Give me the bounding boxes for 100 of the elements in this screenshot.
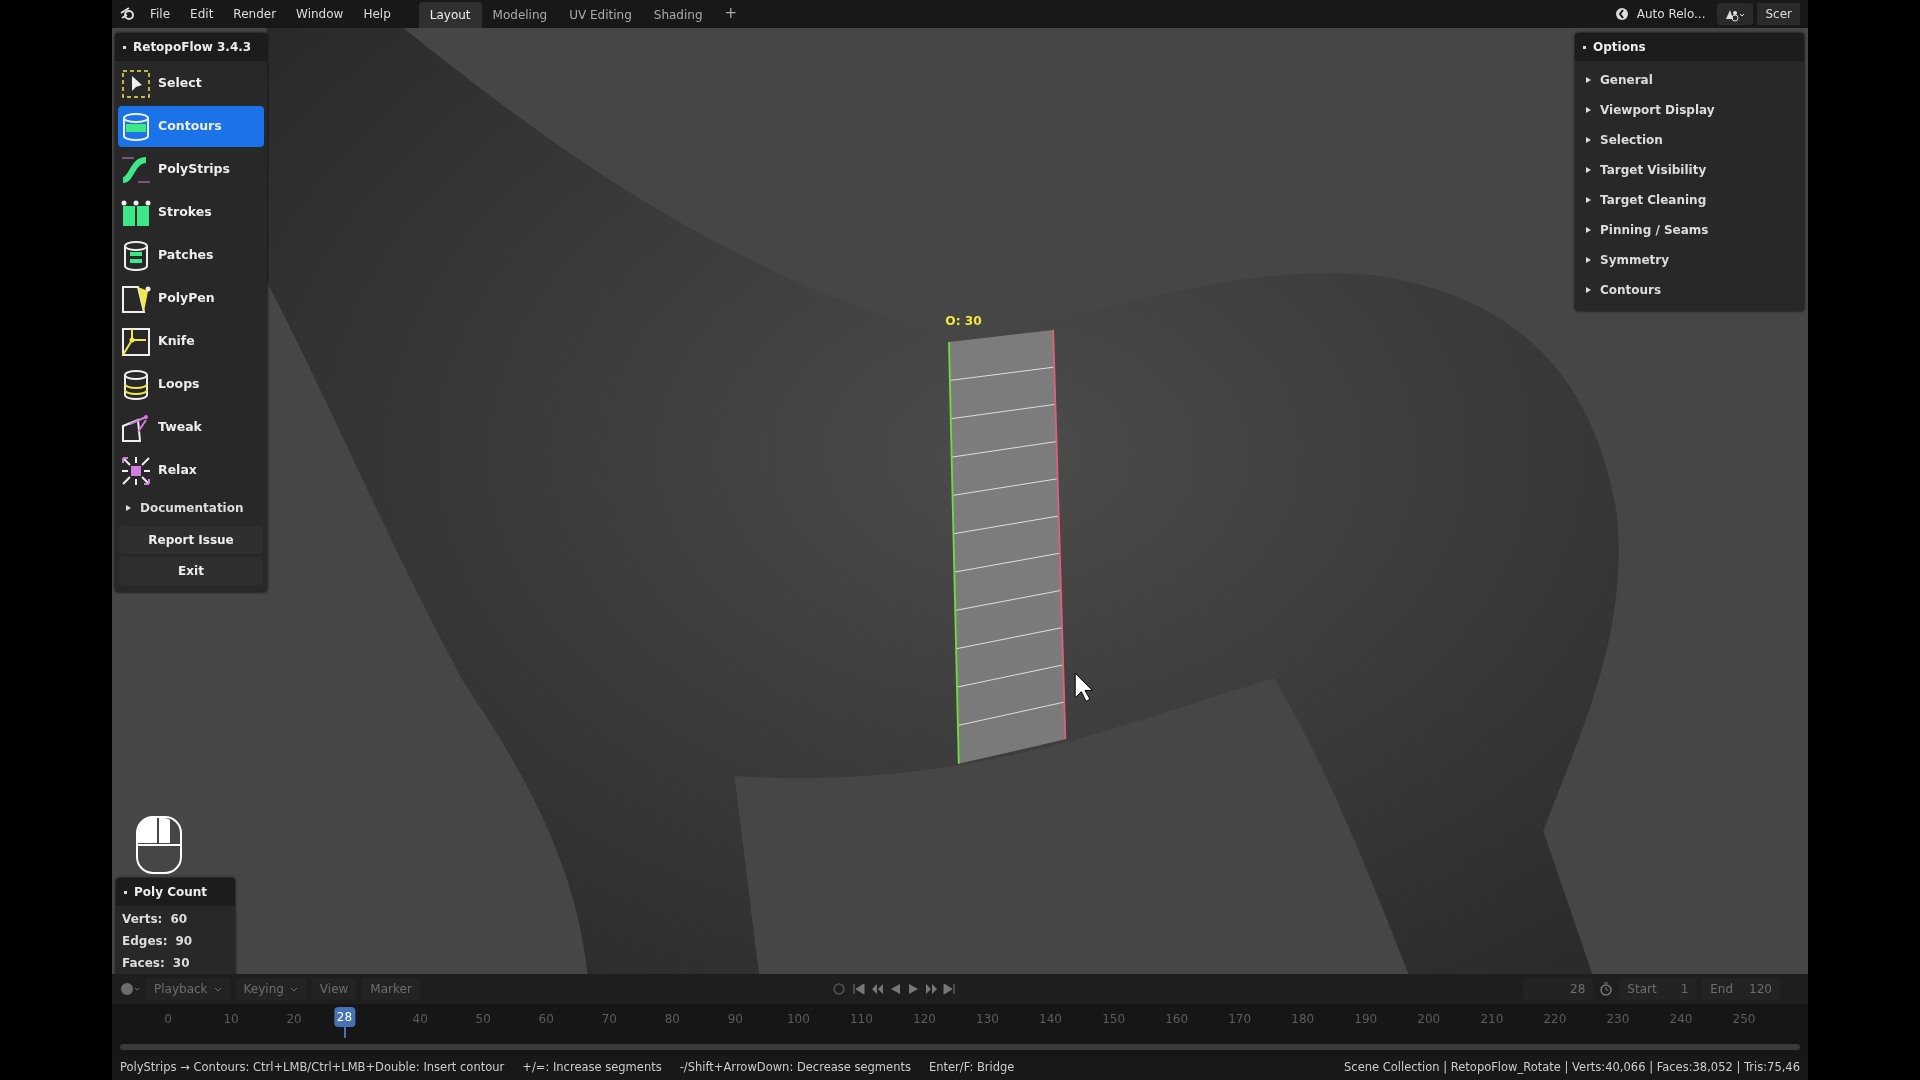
disclosure-triangle-icon [1585, 77, 1591, 83]
disclosure-triangle-icon [1585, 227, 1591, 233]
frame-number: 190 [1354, 1011, 1378, 1028]
frame-number: 250 [1732, 1011, 1756, 1028]
frame-number: 10 [223, 1011, 239, 1028]
workspace-tab[interactable]: UV Editing [558, 2, 643, 28]
shortcut-hint: +/=: Increase segments [522, 1059, 662, 1077]
shortcut-hint: Enter/F: Bridge [928, 1059, 1015, 1077]
tool-button[interactable]: Patches [118, 235, 264, 276]
frame-number: 100 [786, 1011, 810, 1028]
shading-dropdown[interactable] [1717, 3, 1754, 25]
mouse-icon [135, 815, 183, 875]
select-box-icon [120, 67, 152, 100]
stopwatch-icon[interactable] [1599, 982, 1614, 996]
menu-item[interactable]: File [142, 3, 179, 25]
caret-icon [289, 987, 298, 992]
scene-selector[interactable]: Scer [1757, 3, 1800, 25]
timeline-scrollbar[interactable] [120, 1044, 1800, 1050]
tool-button[interactable]: PolyPen [118, 278, 264, 319]
options-section-toggle[interactable]: Contours [1575, 275, 1804, 305]
tool-button[interactable]: Contours [118, 106, 264, 147]
frame-number: 140 [1039, 1011, 1062, 1028]
auto-reload-button[interactable]: Auto Relo... [1606, 3, 1714, 25]
disclosure-triangle-icon [1585, 167, 1591, 173]
tool-button[interactable]: Loops [118, 364, 264, 405]
frame-number: 170 [1228, 1011, 1252, 1028]
frame-number: 240 [1669, 1011, 1693, 1028]
frame-number: 210 [1480, 1011, 1504, 1028]
menu-item[interactable]: Window [288, 3, 352, 25]
panel-toggle-icon[interactable] [123, 45, 126, 49]
panel-button[interactable]: Exit [119, 557, 263, 585]
editor-type-icon[interactable] [120, 982, 140, 996]
clock-icon [1614, 7, 1629, 21]
disclosure-triangle-icon [1585, 197, 1591, 203]
frame-number: 70 [601, 1011, 617, 1028]
stat-value: 90 [175, 933, 193, 950]
next-keyframe-icon[interactable] [923, 982, 938, 996]
options-section-toggle[interactable]: Symmetry [1575, 245, 1804, 275]
tool-button[interactable]: PolyStrips [118, 149, 264, 190]
disclosure-triangle-icon [1585, 287, 1591, 293]
add-workspace-button[interactable]: + [713, 0, 749, 28]
shortcut-hint: -/Shift+ArrowDown: Decrease segments [679, 1059, 911, 1077]
menu-item[interactable]: Render [225, 3, 285, 25]
menu-item[interactable]: Edit [182, 3, 222, 25]
scene-statistics: Scene Collection | RetopoFlow_Rotate | Verts:40,066 | Faces:38,052 | Tris:75,46 [1344, 1059, 1800, 1077]
options-section-toggle[interactable]: Target Cleaning [1575, 185, 1804, 215]
options-section-toggle[interactable]: Target Visibility [1575, 155, 1804, 185]
workspace-tab[interactable]: Layout [418, 2, 482, 28]
frame-number: 230 [1606, 1011, 1630, 1028]
workspace-tab[interactable]: Modeling [481, 2, 559, 28]
keyframe-icon[interactable] [831, 982, 846, 996]
frame-number: 120 [913, 1011, 936, 1028]
frame-number: 40 [412, 1011, 428, 1028]
options-section-toggle[interactable]: Pinning / Seams [1575, 215, 1804, 245]
options-section-toggle[interactable]: General [1575, 65, 1804, 95]
frame-number: 110 [850, 1011, 873, 1028]
frame-number: 150 [1102, 1011, 1126, 1028]
cylinder-icon [120, 110, 152, 143]
tool-button[interactable]: Knife [118, 321, 264, 362]
disclosure-triangle-icon [1585, 137, 1591, 143]
frame-number: 160 [1165, 1011, 1189, 1028]
tool-button[interactable]: Relax [118, 450, 264, 491]
options-section-toggle[interactable]: Viewport Display [1575, 95, 1804, 125]
disclosure-triangle-icon [1585, 257, 1591, 263]
caret-icon [213, 987, 222, 992]
frame-number: 90 [727, 1011, 743, 1028]
panel-button[interactable]: Report Issue [119, 526, 263, 554]
panel-toggle-icon[interactable] [1583, 45, 1586, 49]
disclosure-triangle-icon [1585, 107, 1591, 113]
frame-number: 0 [164, 1011, 172, 1028]
panel-toggle-icon[interactable] [124, 890, 127, 894]
stat-value: 30 [172, 955, 190, 972]
frame-number: 80 [664, 1011, 680, 1028]
stat-label: Verts: [122, 911, 163, 928]
mouse-cursor-icon [1074, 672, 1093, 702]
jump-start-icon[interactable] [851, 982, 866, 996]
stat-label: Faces: [122, 955, 165, 972]
menu-item[interactable]: Help [355, 3, 399, 25]
stat-label: Edges: [122, 933, 168, 950]
frame-number: 60 [538, 1011, 554, 1028]
stat-value: 60 [170, 911, 188, 928]
workspace-tab[interactable]: Shading [642, 2, 714, 28]
documentation-toggle[interactable]: Documentation [115, 493, 267, 523]
frame-number: 180 [1291, 1011, 1315, 1028]
knife-icon [120, 325, 152, 358]
frame-number: 220 [1543, 1011, 1567, 1028]
tool-button[interactable]: Tweak [118, 407, 264, 448]
options-section-toggle[interactable]: Selection [1575, 125, 1804, 155]
frame-number: 50 [475, 1011, 491, 1028]
shortcut-hint: PolyStrips → Contours: Ctrl+LMB/Ctrl+LMB+Double: Insert contour [120, 1059, 505, 1077]
panel-title: Options [1593, 39, 1646, 56]
relax-icon [120, 454, 152, 487]
tool-button[interactable]: Strokes [118, 192, 264, 233]
panel-title: Poly Count [134, 884, 208, 901]
frame-number: 130 [976, 1011, 999, 1028]
tool-button[interactable]: Select [118, 63, 264, 104]
jump-end-icon[interactable] [941, 982, 956, 996]
frame-number: 20 [286, 1011, 302, 1028]
panel-title: RetopoFlow 3.4.3 [133, 39, 252, 56]
playhead[interactable]: 28 [333, 1007, 356, 1027]
